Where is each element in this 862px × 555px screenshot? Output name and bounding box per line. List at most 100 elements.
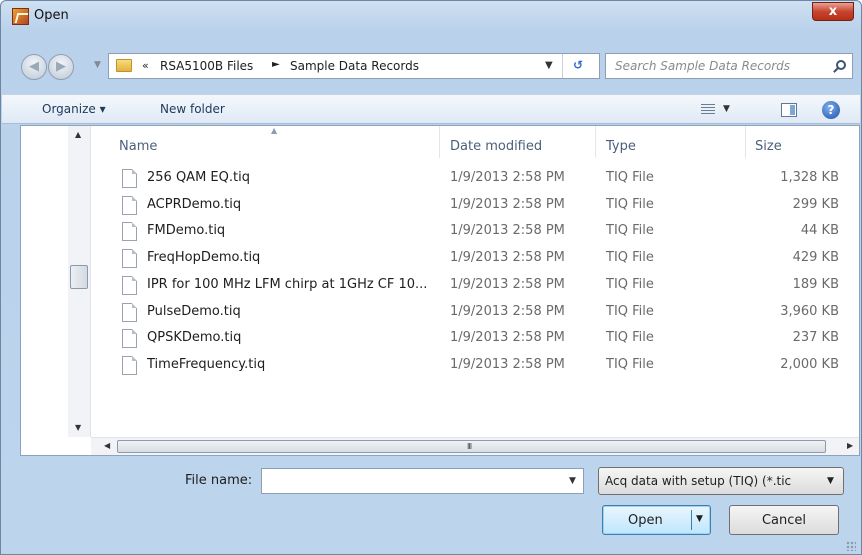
file-date-modified: 1/9/2013 2:58 PM [450, 250, 565, 266]
back-button[interactable]: ◀ [21, 54, 47, 80]
file-date-modified: 1/9/2013 2:58 PM [450, 223, 565, 239]
column-divider[interactable] [595, 126, 596, 158]
open-button-label: Open [628, 513, 663, 528]
column-divider[interactable] [745, 126, 746, 158]
column-divider[interactable] [439, 126, 440, 158]
search-input[interactable] [615, 57, 820, 75]
file-size: 237 KB [792, 330, 839, 346]
horizontal-scrollbar[interactable]: ◀ III ▶ [91, 437, 859, 455]
open-button[interactable]: Open ▼ [602, 505, 711, 535]
preview-pane-icon[interactable] [781, 103, 797, 117]
organize-menu[interactable]: Organize ▾ [42, 102, 106, 116]
back-arrow-icon: ◀ [29, 59, 39, 74]
file-type-value: Acq data with setup (TIQ) (*.tic [605, 474, 792, 488]
scroll-right-icon[interactable]: ▶ [847, 441, 853, 450]
help-icon[interactable]: ? [822, 101, 840, 119]
folder-icon [116, 59, 132, 72]
breadcrumb-overflow[interactable]: « [142, 59, 149, 72]
address-dropdown-icon[interactable]: ▼ [545, 60, 553, 71]
column-header-size[interactable]: Size [755, 126, 782, 158]
file-type-select[interactable]: Acq data with setup (TIQ) (*.tic ▼ [598, 467, 844, 495]
recent-pages-dropdown[interactable]: ▼ [94, 60, 101, 70]
file-row[interactable]: 256 QAM EQ.tiq 1/9/2013 2:58 PM TIQ File 1,… [111, 165, 839, 191]
views-icon[interactable] [701, 104, 715, 115]
scroll-thumb[interactable] [70, 265, 88, 289]
file-row[interactable]: ACPRDemo.tiq 1/9/2013 2:58 PM TIQ File 299 … [111, 192, 839, 218]
file-row[interactable]: FreqHopDemo.tiq 1/9/2013 2:58 PM TIQ File 4… [111, 245, 839, 271]
file-size: 189 KB [792, 276, 839, 292]
new-folder-button[interactable]: New folder [160, 102, 225, 116]
file-type: TIQ File [606, 196, 654, 212]
file-row[interactable]: FMDemo.tiq 1/9/2013 2:58 PM TIQ File 44 KB [111, 218, 839, 244]
views-dropdown-icon[interactable]: ▼ [723, 104, 730, 114]
file-name: ACPRDemo.tiq [147, 196, 242, 212]
file-type: TIQ File [606, 356, 654, 372]
column-header-name[interactable]: Name [119, 126, 157, 158]
file-size: 44 KB [800, 223, 839, 239]
file-type: TIQ File [606, 250, 654, 266]
file-name-field[interactable]: ▼ [261, 468, 584, 494]
breadcrumb-rsa5100b-files[interactable]: RSA5100B Files [160, 59, 253, 73]
title-bar[interactable]: Open x [1, 1, 861, 31]
file-icon [122, 249, 137, 269]
file-row[interactable]: IPR for 100 MHz LFM chirp at 1GHz CF 10.… [111, 272, 839, 298]
file-name-label: File name: [185, 473, 253, 488]
split-divider [691, 510, 692, 530]
file-name: IPR for 100 MHz LFM chirp at 1GHz CF 10.… [147, 276, 428, 292]
cancel-button-label: Cancel [761, 513, 807, 528]
column-header-date[interactable]: Date modified [450, 126, 542, 158]
file-size: 429 KB [792, 250, 839, 266]
file-type: TIQ File [606, 170, 654, 185]
file-name: TimeFrequency.tiq [147, 356, 266, 372]
file-size: 299 KB [792, 196, 839, 212]
navigation-pane-scrollbar[interactable]: ▲ ▼ [68, 126, 91, 437]
forward-button[interactable]: ▶ [48, 54, 74, 80]
file-row[interactable]: QPSKDemo.tiq 1/9/2013 2:58 PM TIQ File 237 … [111, 325, 839, 351]
file-size: 3,960 KB [780, 303, 839, 319]
file-name: PulseDemo.tiq [147, 303, 241, 319]
search-icon[interactable] [836, 60, 846, 70]
file-type: TIQ File [606, 303, 654, 319]
file-name: FreqHopDemo.tiq [147, 250, 261, 266]
refresh-icon: ↺ [573, 58, 584, 72]
file-name: 256 QAM EQ.tiq [147, 170, 250, 185]
file-date-modified: 1/9/2013 2:58 PM [450, 303, 565, 319]
scroll-down-icon[interactable]: ▼ [75, 423, 81, 432]
file-icon [122, 222, 137, 242]
file-name: QPSKDemo.tiq [147, 330, 242, 346]
file-type: TIQ File [606, 223, 654, 239]
file-name-input[interactable] [266, 472, 556, 490]
file-row[interactable]: TimeFrequency.tiq 1/9/2013 2:58 PM TIQ Fil… [111, 352, 839, 378]
file-size: 1,328 KB [780, 170, 839, 185]
file-date-modified: 1/9/2013 2:58 PM [450, 170, 565, 185]
open-dialog: Open x ◀ ▶ ▼ « RSA5100B Files ► Sample D… [0, 0, 862, 555]
file-icon [122, 329, 137, 349]
resize-grip-icon[interactable] [846, 541, 856, 551]
file-row[interactable]: PulseDemo.tiq 1/9/2013 2:58 PM TIQ File 3,9… [111, 299, 839, 325]
file-date-modified: 1/9/2013 2:58 PM [450, 196, 565, 212]
file-name-dropdown-icon[interactable]: ▼ [569, 476, 576, 486]
scroll-left-icon[interactable]: ◀ [104, 441, 110, 450]
close-button[interactable]: x [812, 2, 854, 21]
refresh-button[interactable]: ↺ [562, 54, 599, 78]
open-options-dropdown-icon[interactable]: ▼ [696, 514, 703, 524]
file-date-modified: 1/9/2013 2:58 PM [450, 276, 565, 292]
file-icon [122, 169, 137, 188]
file-icon [122, 355, 137, 375]
column-header-type[interactable]: Type [606, 126, 636, 158]
address-bar[interactable]: « RSA5100B Files ► Sample Data Records ▼… [108, 53, 600, 79]
breadcrumb-sample-data-records[interactable]: Sample Data Records [290, 59, 419, 73]
file-list-area: ▲ ▼ ▲ Name Date modified Type Size 256 Q… [20, 125, 860, 456]
file-type: TIQ File [606, 330, 654, 346]
scroll-up-icon[interactable]: ▲ [75, 130, 81, 139]
file-icon [122, 302, 137, 322]
window-title: Open [34, 8, 69, 23]
cancel-button[interactable]: Cancel [729, 505, 839, 535]
horizontal-scroll-thumb[interactable]: III [117, 440, 826, 453]
breadcrumb-separator-icon[interactable]: ► [272, 59, 280, 70]
file-name: FMDemo.tiq [147, 223, 226, 239]
close-icon: x [828, 4, 838, 19]
toolbar: Organize ▾ New folder ▼ ? [2, 94, 860, 124]
search-box[interactable] [605, 53, 853, 79]
file-date-modified: 1/9/2013 2:58 PM [450, 330, 565, 346]
